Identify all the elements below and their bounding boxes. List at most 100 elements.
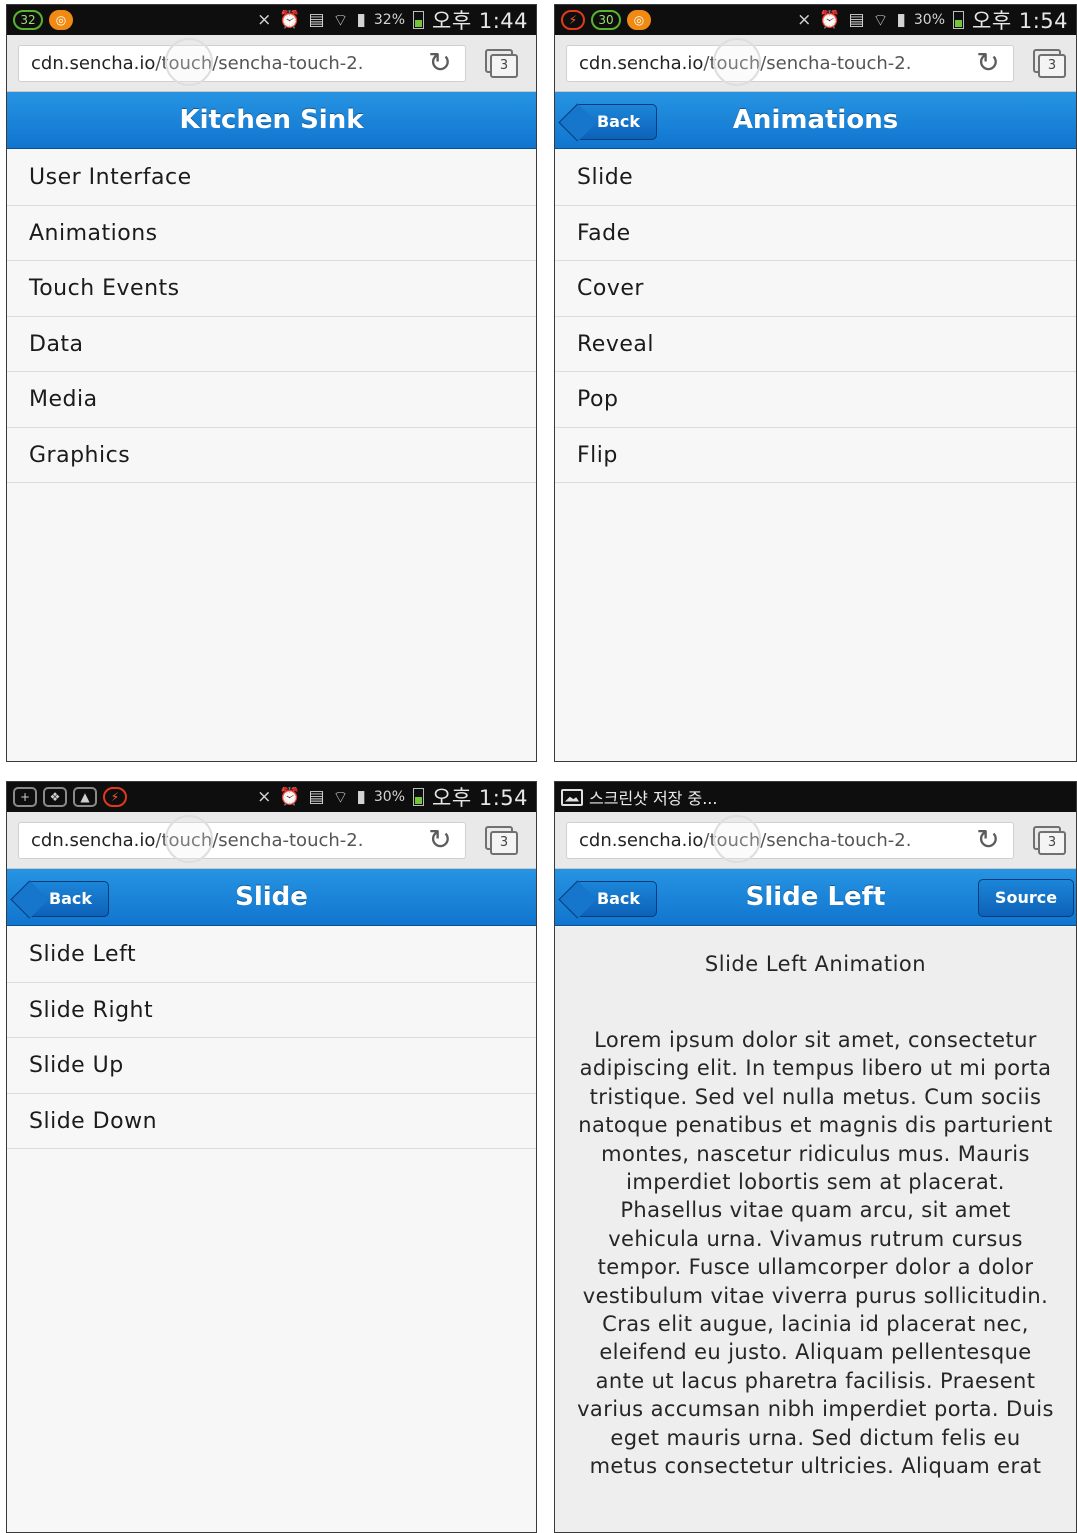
url-host: cdn.sencha.io	[31, 53, 156, 74]
animation-content-panel: Slide Left Animation Lorem ipsum dolor s…	[555, 927, 1076, 1532]
page-title: Kitchen Sink	[179, 105, 364, 135]
signal-icon: ▮	[356, 787, 366, 807]
title-toolbar: Kitchen Sink	[7, 92, 536, 149]
data-transfer-icon: ▤	[308, 10, 325, 30]
list-item-pop[interactable]: Pop	[555, 372, 1076, 428]
list-item-reveal[interactable]: Reveal	[555, 316, 1076, 372]
loading-indicator	[165, 815, 213, 863]
status-bar: 스크린샷 저장 중...	[555, 782, 1076, 812]
mute-icon: ⨯	[257, 787, 272, 807]
back-button[interactable]: Back	[577, 104, 657, 140]
tabs-icon[interactable]: 3	[485, 49, 519, 78]
url-field[interactable]: cdn.sencha.io/touch/sencha-touch-2.	[18, 822, 466, 859]
alarm-icon: ⏰	[279, 10, 301, 30]
loading-indicator	[713, 38, 761, 86]
loading-indicator	[713, 815, 761, 863]
tabs-icon[interactable]: 3	[1033, 49, 1067, 78]
url-field[interactable]: cdn.sencha.io/touch/sencha-touch-2.	[566, 822, 1014, 859]
list-item-slide-right[interactable]: Slide Right	[7, 982, 536, 1038]
content-body-text: Lorem ipsum dolor sit amet, consectetur …	[577, 1028, 1054, 1479]
browser-address-bar: cdn.sencha.io/touch/sencha-touch-2. ↻ 3	[7, 812, 536, 869]
url-field[interactable]: cdn.sencha.io/touch/sencha-touch-2.	[18, 45, 466, 82]
reload-icon[interactable]: ↻	[425, 47, 455, 79]
source-button[interactable]: Source	[978, 879, 1074, 917]
reload-icon[interactable]: ↻	[425, 824, 455, 856]
status-time: 오후 1:54	[972, 9, 1068, 33]
list-item-flip[interactable]: Flip	[555, 427, 1076, 483]
animations-list: Slide Fade Cover Reveal Pop Flip	[555, 150, 1076, 483]
add-notification-icon: +	[13, 787, 37, 807]
wifi-icon: ⌔	[332, 10, 349, 31]
list-item-touch-events[interactable]: Touch Events	[7, 261, 536, 317]
battery-icon	[953, 11, 965, 29]
battery-percent: 32%	[373, 12, 406, 28]
content-heading: Slide Left Animation	[704, 952, 927, 976]
alarm-icon: ⏰	[819, 10, 841, 30]
power-notification-icon: ⚡	[561, 10, 585, 30]
data-transfer-icon: ▤	[308, 787, 325, 807]
screen-slide-left: 스크린샷 저장 중... cdn.sencha.io/touch/sencha-…	[554, 781, 1077, 1533]
title-toolbar: Slide Left Back Source	[555, 869, 1076, 926]
list-item-fade[interactable]: Fade	[555, 205, 1076, 261]
back-button[interactable]: Back	[29, 881, 109, 917]
battery-percent: 30%	[373, 789, 406, 805]
power-notification-icon: ⚡	[103, 787, 127, 807]
browser-address-bar: cdn.sencha.io/touch/sencha-touch-2. ↻ 3	[555, 35, 1076, 92]
back-button[interactable]: Back	[577, 881, 657, 917]
screen-slide: + ❖ ▲ ⚡ ⨯ ⏰ ▤ ⌔ ▮ 30% 오후 1:54 cdn.sencha…	[6, 781, 537, 1533]
status-bar: 32 ◎ ⨯ ⏰ ▤ ⌔ ▮ 32% 오후 1:44	[7, 5, 536, 35]
screen-kitchen-sink: 32 ◎ ⨯ ⏰ ▤ ⌔ ▮ 32% 오후 1:44 cdn.sencha.io…	[6, 4, 537, 762]
mute-icon: ⨯	[797, 10, 812, 30]
status-bar: + ❖ ▲ ⚡ ⨯ ⏰ ▤ ⌔ ▮ 30% 오후 1:54	[7, 782, 536, 812]
list-item-animations[interactable]: Animations	[7, 205, 536, 261]
url-host: cdn.sencha.io	[579, 830, 704, 851]
list-item-slide-down[interactable]: Slide Down	[7, 1093, 536, 1149]
list-item-slide-up[interactable]: Slide Up	[7, 1038, 536, 1094]
title-toolbar: Slide Back	[7, 869, 536, 926]
url-field[interactable]: cdn.sencha.io/touch/sencha-touch-2.	[566, 45, 1014, 82]
alarm-icon: ⏰	[279, 787, 301, 807]
mute-icon: ⨯	[257, 10, 272, 30]
gallery-icon: ▲	[73, 787, 97, 807]
slide-list: Slide Left Slide Right Slide Up Slide Do…	[7, 927, 536, 1149]
reload-icon[interactable]: ↻	[973, 47, 1003, 79]
battery-icon	[413, 788, 425, 806]
signal-icon: ▮	[356, 10, 366, 30]
list-item-graphics[interactable]: Graphics	[7, 427, 536, 483]
url-host: cdn.sencha.io	[579, 53, 704, 74]
list-item-cover[interactable]: Cover	[555, 261, 1076, 317]
menu-list: User Interface Animations Touch Events D…	[7, 150, 536, 483]
loading-indicator	[165, 38, 213, 86]
tab-count: 3	[490, 831, 518, 855]
url-host: cdn.sencha.io	[31, 830, 156, 851]
list-item-slide-left[interactable]: Slide Left	[7, 927, 536, 983]
title-toolbar: Animations Back	[555, 92, 1076, 149]
notification-count-badge: 30	[591, 10, 621, 30]
list-item-media[interactable]: Media	[7, 372, 536, 428]
data-transfer-icon: ▤	[848, 10, 865, 30]
browser-address-bar: cdn.sencha.io/touch/sencha-touch-2. ↻ 3	[7, 35, 536, 92]
screenshot-icon	[561, 788, 583, 806]
status-time: 오후 1:54	[432, 786, 528, 810]
app-notification-icon: ◎	[49, 10, 73, 30]
signal-icon: ▮	[896, 10, 906, 30]
list-item-slide[interactable]: Slide	[555, 150, 1076, 206]
browser-address-bar: cdn.sencha.io/touch/sencha-touch-2. ↻ 3	[555, 812, 1076, 869]
list-item-data[interactable]: Data	[7, 316, 536, 372]
tabs-icon[interactable]: 3	[1033, 826, 1067, 855]
battery-percent: 30%	[913, 12, 946, 28]
tabs-icon[interactable]: 3	[485, 826, 519, 855]
list-item-user-interface[interactable]: User Interface	[7, 150, 536, 206]
status-bar: ⚡ 30 ◎ ⨯ ⏰ ▤ ⌔ ▮ 30% 오후 1:54	[555, 5, 1076, 35]
reload-icon[interactable]: ↻	[973, 824, 1003, 856]
tab-count: 3	[1038, 831, 1066, 855]
status-message: 스크린샷 저장 중...	[589, 789, 718, 808]
tab-count: 3	[490, 54, 518, 78]
notification-count-badge: 32	[13, 10, 43, 30]
screen-animations: ⚡ 30 ◎ ⨯ ⏰ ▤ ⌔ ▮ 30% 오후 1:54 cdn.sencha.…	[554, 4, 1077, 762]
wifi-icon: ⌔	[332, 787, 349, 808]
battery-icon	[413, 11, 425, 29]
tab-count: 3	[1038, 54, 1066, 78]
app-notification-icon: ◎	[627, 10, 651, 30]
dropbox-icon: ❖	[43, 787, 67, 807]
